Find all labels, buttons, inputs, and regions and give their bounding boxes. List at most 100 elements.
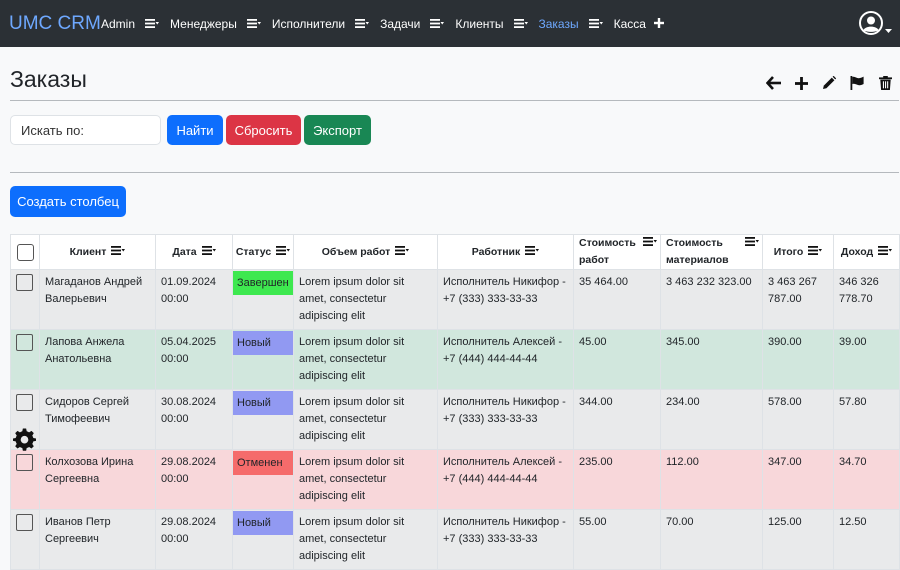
menu-icon[interactable] [745,235,759,252]
menu-icon[interactable] [588,19,603,28]
menu-icon[interactable] [525,246,540,258]
select-all-cell[interactable] [10,234,40,270]
material-cost-cell: 112.00 [660,449,763,510]
material-cost-cell: 345.00 [660,329,763,390]
menu-icon[interactable] [808,246,823,258]
worker-cell: Исполнитель Алексей - +7 (444) 444-44-44 [437,329,574,390]
main-nav: Admin Менеджеры Исполнители Задачи Клиен… [101,17,675,31]
work-cost-cell: 35 464.00 [573,269,661,330]
work-cell: Lorem ipsum dolor sit amet, consectetur … [293,329,438,390]
chevron-down-icon[interactable] [885,20,892,38]
client-cell: Лапова Анжела Анатольевна [39,329,156,390]
row-select-cell[interactable] [10,449,40,510]
nav-item-admin[interactable]: Admin [101,17,160,31]
table-row[interactable]: Сидоров Сергей Тимофеевич 30.08.2024 00:… [10,389,900,450]
table-row[interactable]: Лапова Анжела Анатольевна 05.04.2025 00:… [10,329,900,390]
nav-label[interactable]: Касса [614,17,646,31]
status-cell: Отменен [232,449,294,510]
col-header-income[interactable]: Доход [833,234,900,270]
status-badge: Новый [233,511,293,535]
row-select-cell[interactable] [10,509,40,570]
work-cost-cell: 344.00 [573,389,661,450]
row-select-cell[interactable] [10,269,40,330]
col-header-client[interactable]: Клиент [39,234,156,270]
total-cell: 347.00 [762,449,834,510]
status-cell: Новый [232,329,294,390]
menu-icon[interactable] [201,246,216,258]
table-header-row: Клиент Дата Статус Объем работ Работник … [10,234,900,270]
work-cost-cell: 55.00 [573,509,661,570]
nav-item-tasks[interactable]: Задачи [380,17,445,31]
col-header-status[interactable]: Статус [232,234,294,270]
nav-label[interactable]: Заказы [539,17,579,31]
search-input[interactable] [10,115,161,145]
menu-icon[interactable] [355,19,370,28]
col-header-date[interactable]: Дата [155,234,233,270]
income-cell: 12.50 [833,509,900,570]
status-badge: Новый [233,391,293,415]
user-menu[interactable] [859,11,892,40]
menu-icon[interactable] [430,19,445,28]
select-all-checkbox[interactable] [16,243,34,261]
back-icon[interactable] [765,75,781,91]
row-checkbox[interactable] [16,394,33,411]
nav-item-managers[interactable]: Менеджеры [170,17,261,31]
nav-item-cashbox[interactable]: Касса [614,17,664,31]
reset-button[interactable]: Сбросить [226,115,301,145]
menu-icon[interactable] [643,235,657,252]
nav-label[interactable]: Клиенты [455,17,503,31]
col-header-material-cost[interactable]: Стоимость материалов [660,234,763,270]
total-cell: 125.00 [762,509,834,570]
nav-item-clients[interactable]: Клиенты [455,17,528,31]
page-title: Заказы [10,66,87,92]
col-header-total[interactable]: Итого [762,234,834,270]
nav-item-executors[interactable]: Исполнители [272,17,370,31]
income-cell: 57.80 [833,389,900,450]
brand-logo[interactable]: UMC CRM [9,13,101,35]
col-header-work-cost[interactable]: Стоимость работ [573,234,661,270]
nav-label[interactable]: Задачи [380,17,420,31]
menu-icon[interactable] [395,246,410,258]
table-row[interactable]: Иванов Петр Сергеевич 29.08.2024 00:00 Н… [10,509,900,570]
menu-icon[interactable] [145,19,160,28]
menu-icon[interactable] [878,246,893,258]
gear-icon[interactable] [13,428,36,451]
nav-label[interactable]: Менеджеры [170,17,237,31]
avatar-icon[interactable] [859,11,883,40]
export-button[interactable]: Экспорт [304,115,371,145]
status-badge: Новый [233,331,293,355]
row-checkbox[interactable] [16,274,33,291]
menu-icon[interactable] [111,246,126,258]
work-cost-cell: 235.00 [573,449,661,510]
action-toolbar [765,75,893,91]
create-column-button[interactable]: Создать столбец [10,186,126,217]
income-cell: 34.70 [833,449,900,510]
plus-icon[interactable] [793,75,809,91]
date-cell: 30.08.2024 00:00 [155,389,233,450]
client-cell: Сидоров Сергей Тимофеевич [39,389,156,450]
trash-icon[interactable] [877,75,893,91]
menu-icon[interactable] [513,19,528,28]
plus-icon[interactable] [653,17,664,31]
nav-label[interactable]: Исполнители [272,17,345,31]
menu-icon[interactable] [276,246,291,258]
work-cost-cell: 45.00 [573,329,661,390]
col-header-worker[interactable]: Работник [437,234,574,270]
table-row[interactable]: Колхозова Ирина Сергеевна 29.08.2024 00:… [10,449,900,510]
nav-item-orders[interactable]: Заказы [539,17,603,31]
find-button[interactable]: Найти [167,115,223,145]
flag-icon[interactable] [849,75,865,91]
row-checkbox[interactable] [16,514,33,531]
material-cost-cell: 234.00 [660,389,763,450]
date-cell: 05.04.2025 00:00 [155,329,233,390]
row-checkbox[interactable] [16,334,33,351]
menu-icon[interactable] [246,19,261,28]
work-cell: Lorem ipsum dolor sit amet, consectetur … [293,389,438,450]
row-select-cell[interactable] [10,329,40,390]
col-header-work-volume[interactable]: Объем работ [293,234,438,270]
worker-cell: Исполнитель Никифор - +7 (333) 333-33-33 [437,509,574,570]
income-cell: 39.00 [833,329,900,390]
nav-label[interactable]: Admin [101,17,135,31]
table-row[interactable]: Магаданов Андрей Валерьевич 01.09.2024 0… [10,269,900,330]
pencil-icon[interactable] [821,75,837,91]
